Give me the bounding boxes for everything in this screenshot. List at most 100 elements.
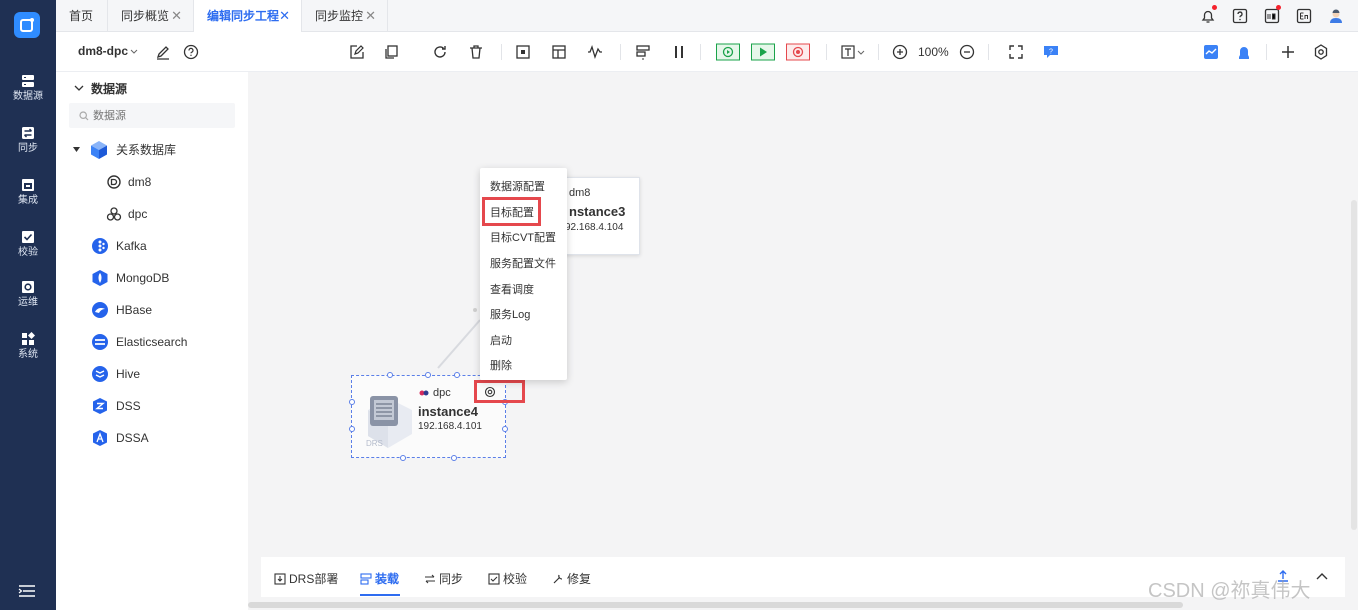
menu-item-datasource-config[interactable]: 数据源配置 <box>490 178 545 194</box>
tab-sync-monitor[interactable]: 同步监控 ✕ <box>302 0 388 32</box>
left-nav: 数据源 同步 集成 校验 运维 系统 <box>0 0 56 610</box>
zoom-in-button[interactable] <box>891 43 909 61</box>
menu-item-view-schedule[interactable]: 查看调度 <box>490 281 534 297</box>
select-icon <box>516 45 530 59</box>
bottom-tab-label: 装载 <box>375 572 400 586</box>
caret-down-icon[interactable] <box>73 147 80 153</box>
project-help-button[interactable] <box>182 43 200 61</box>
tree-item-dpc[interactable]: dpc <box>104 203 234 225</box>
tree-item-dss[interactable]: DSS <box>90 395 240 417</box>
deploy-run-button[interactable] <box>716 43 740 61</box>
copy-button[interactable] <box>383 43 401 61</box>
log-icon <box>1264 8 1280 24</box>
bottom-tab-repair[interactable]: 修复 <box>552 570 591 587</box>
rename-button[interactable] <box>154 43 172 61</box>
search-box[interactable] <box>69 103 235 128</box>
tab-edit-sync-project[interactable]: 编辑同步工程 ✕ <box>194 0 302 33</box>
search-icon <box>79 111 89 121</box>
nav-check[interactable]: 校验 <box>0 230 56 276</box>
save-button[interactable] <box>348 43 366 61</box>
menu-item-service-config-file[interactable]: 服务配置文件 <box>490 255 556 271</box>
tree-label: DSSA <box>116 431 149 445</box>
dpc-icon <box>106 207 122 221</box>
app-logo[interactable] <box>14 12 40 38</box>
nav-ops[interactable]: 运维 <box>0 280 56 326</box>
tree-label: Kafka <box>116 239 147 253</box>
monitor-chart-button[interactable] <box>1202 43 1220 61</box>
save-edit-icon <box>350 45 364 59</box>
chevron-down-icon[interactable] <box>74 84 84 92</box>
tree-item-elasticsearch[interactable]: Elasticsearch <box>90 331 240 353</box>
zoom-out-icon <box>959 44 975 60</box>
flow-canvas[interactable] <box>248 72 1358 610</box>
svg-text:?: ? <box>1049 49 1053 56</box>
dss-icon <box>93 398 107 414</box>
vertical-scrollbar[interactable] <box>1351 200 1357 530</box>
fullscreen-button[interactable] <box>1007 43 1025 61</box>
collapse-nav-button[interactable] <box>18 584 36 598</box>
refresh-button[interactable] <box>431 43 449 61</box>
stop-button[interactable] <box>786 43 810 61</box>
bottom-tab-sync[interactable]: 同步 <box>424 570 463 587</box>
close-icon[interactable]: ✕ <box>171 0 182 32</box>
bottom-tab-load[interactable]: 装载 <box>360 570 399 587</box>
menu-item-start[interactable]: 启动 <box>490 332 512 348</box>
wave-button[interactable] <box>586 43 604 61</box>
nav-system[interactable]: 系统 <box>0 332 56 378</box>
divider <box>988 44 989 60</box>
text-style-dropdown[interactable] <box>840 43 868 61</box>
menu-item-delete[interactable]: 删除 <box>490 357 512 373</box>
zoom-out-button[interactable] <box>958 43 976 61</box>
watermark: CSDN @祢真伟大 <box>1148 580 1311 602</box>
tree-label: Hive <box>116 367 141 381</box>
tab-home[interactable]: 首页 <box>56 0 108 32</box>
horizontal-scrollbar[interactable] <box>248 602 1183 608</box>
language-button[interactable] <box>1296 8 1312 24</box>
align-button[interactable] <box>634 43 652 61</box>
tree-item-relational-db[interactable]: 关系数据库 <box>73 139 243 161</box>
tab-label: 同步概览 <box>121 9 170 23</box>
tree-item-mongodb[interactable]: MongoDB <box>90 267 240 289</box>
nav-label: 集成 <box>18 195 38 206</box>
pause-button[interactable] <box>670 43 688 61</box>
nav-sync[interactable]: 同步 <box>0 126 56 172</box>
bottom-tab-check[interactable]: 校验 <box>488 570 527 587</box>
close-icon[interactable]: ✕ <box>365 0 376 32</box>
bottom-tab-drs-deploy[interactable]: DRS部署 <box>274 570 338 587</box>
nav-integration[interactable]: 集成 <box>0 178 56 224</box>
menu-item-service-log[interactable]: 服务Log <box>490 306 530 322</box>
tree-label: MongoDB <box>116 271 170 285</box>
start-button[interactable] <box>751 43 775 61</box>
chevron-up-icon[interactable] <box>1316 571 1328 581</box>
tree-item-hbase[interactable]: HBase <box>90 299 240 321</box>
delete-button[interactable] <box>467 43 485 61</box>
nav-label: 运维 <box>18 297 38 308</box>
comment-button[interactable]: ? <box>1042 43 1060 61</box>
settings-button[interactable] <box>1312 43 1330 61</box>
menu-item-target-cvt-config[interactable]: 目标CVT配置 <box>490 229 556 245</box>
bottom-tab-label: DRS部署 <box>289 572 339 586</box>
close-icon[interactable]: ✕ <box>279 0 290 32</box>
gear-highlight-box <box>474 380 525 403</box>
search-input[interactable] <box>93 107 228 124</box>
tree-item-kafka[interactable]: Kafka <box>90 235 240 257</box>
layout-button[interactable] <box>550 43 568 61</box>
notification-button[interactable] <box>1200 5 1217 24</box>
load-icon <box>360 572 372 585</box>
user-avatar[interactable] <box>1328 8 1344 24</box>
alert-button[interactable] <box>1235 43 1253 61</box>
chevron-down-icon[interactable] <box>130 48 138 56</box>
sync-icon <box>22 127 34 139</box>
select-button[interactable] <box>514 43 532 61</box>
tree-label: dm8 <box>128 175 152 189</box>
wrench-icon <box>553 574 563 583</box>
add-button[interactable] <box>1279 43 1297 61</box>
tree-item-dssa[interactable]: DSSA <box>90 427 240 449</box>
nav-datasource[interactable]: 数据源 <box>0 74 56 120</box>
tab-sync-overview[interactable]: 同步概览 ✕ <box>108 0 194 32</box>
log-button[interactable] <box>1264 5 1281 24</box>
help-button[interactable] <box>1232 8 1248 24</box>
tree-item-hive[interactable]: Hive <box>90 363 240 385</box>
project-name[interactable]: dm8-dpc <box>78 44 128 58</box>
tree-item-dm8[interactable]: dm8 <box>104 171 234 193</box>
